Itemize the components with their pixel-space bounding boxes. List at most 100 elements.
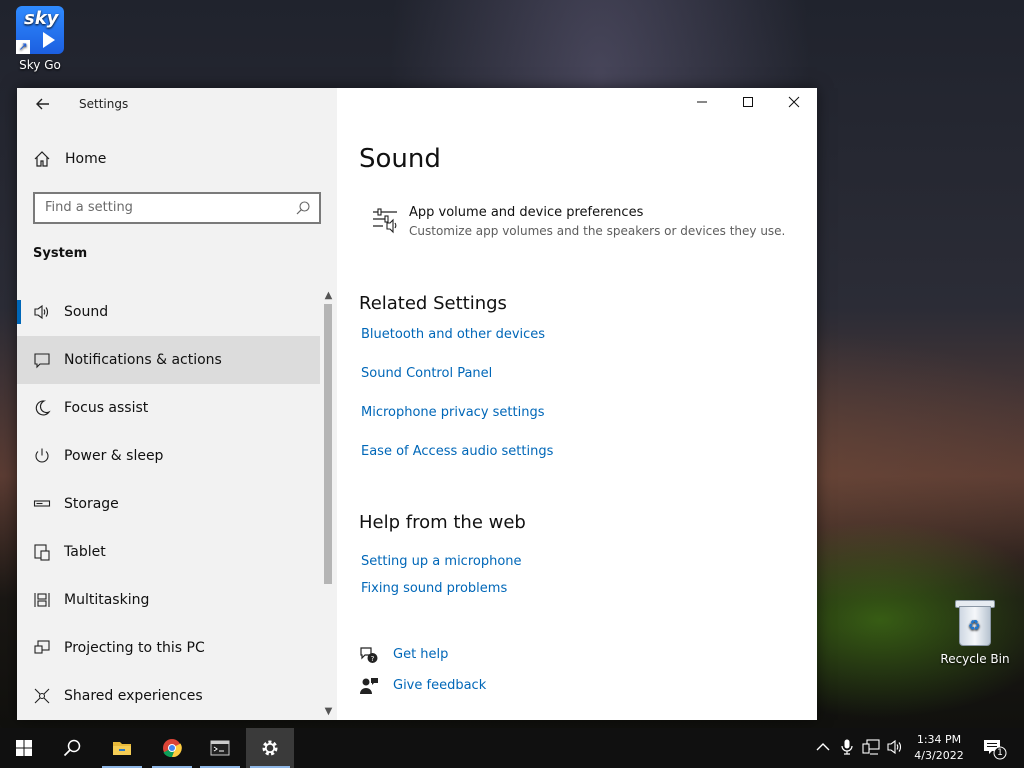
- windows-logo-icon: [16, 740, 32, 756]
- clock-date: 4/3/2022: [914, 749, 964, 762]
- volume-icon[interactable]: [886, 738, 904, 756]
- chat-help-icon: ?: [360, 647, 378, 663]
- sky-go-icon: sky ↗: [16, 6, 64, 54]
- sidebar-item-focus-assist[interactable]: Focus assist: [17, 384, 320, 432]
- pref-title: App volume and device preferences: [409, 205, 644, 220]
- title-bar[interactable]: Settings: [17, 88, 337, 120]
- sidebar-item-home[interactable]: Home: [17, 146, 337, 174]
- feedback-icon: [360, 678, 378, 694]
- link-bluetooth-devices[interactable]: Bluetooth and other devices: [361, 327, 545, 342]
- shortcut-arrow-icon: ↗: [16, 40, 30, 54]
- sliders-icon: [373, 208, 397, 234]
- taskbar-search-button[interactable]: [48, 728, 96, 768]
- sidebar-item-label: Multitasking: [64, 592, 150, 608]
- gear-icon: [262, 740, 278, 756]
- related-settings-heading: Related Settings: [359, 293, 507, 314]
- content-pane: Sound App volume and device preferences …: [337, 88, 817, 720]
- sidebar-item-label: Home: [65, 151, 107, 167]
- scroll-up-icon[interactable]: ▲: [320, 288, 337, 304]
- link-microphone-privacy[interactable]: Microphone privacy settings: [361, 405, 545, 420]
- notification-icon: [34, 353, 50, 369]
- start-button[interactable]: [0, 728, 48, 768]
- clock-time: 1:34 PM: [916, 733, 962, 746]
- recycle-bin-icon: ♻: [955, 600, 995, 646]
- sky-go-tile-text: sky: [24, 8, 59, 29]
- network-icon[interactable]: [862, 738, 880, 756]
- desktop-icon-recycle-bin[interactable]: ♻ Recycle Bin: [935, 600, 1015, 666]
- clock[interactable]: 1:34 PM 4/3/2022: [906, 732, 972, 764]
- sidebar-item-storage[interactable]: Storage: [17, 480, 320, 528]
- sidebar-item-label: Notifications & actions: [64, 352, 222, 368]
- search-input[interactable]: Find a setting: [33, 192, 321, 224]
- settings-window: Settings Home Find a setting System Soun…: [17, 88, 817, 720]
- maximize-button[interactable]: [725, 88, 771, 120]
- action-center-button[interactable]: 1: [980, 736, 1008, 760]
- link-sound-control-panel[interactable]: Sound Control Panel: [361, 366, 492, 381]
- give-feedback-label: Give feedback: [393, 678, 487, 693]
- get-help-label: Get help: [393, 647, 449, 662]
- search-icon: [296, 201, 310, 215]
- minimize-button[interactable]: [679, 88, 725, 120]
- scroll-thumb[interactable]: [324, 304, 332, 584]
- play-icon: [43, 32, 55, 48]
- search-icon: [63, 739, 81, 757]
- taskbar-chrome[interactable]: [148, 728, 196, 768]
- sidebar-item-tablet[interactable]: Tablet: [17, 528, 320, 576]
- sidebar-item-projecting[interactable]: Projecting to this PC: [17, 624, 320, 672]
- scroll-down-icon[interactable]: ▼: [320, 704, 337, 720]
- help-heading: Help from the web: [359, 512, 526, 533]
- app-volume-preferences-link[interactable]: App volume and device preferences Custom…: [359, 202, 799, 242]
- power-icon: [35, 448, 49, 463]
- sidebar: Settings Home Find a setting System Soun…: [17, 88, 337, 720]
- link-setting-up-microphone[interactable]: Setting up a microphone: [361, 554, 522, 569]
- app-title: Settings: [79, 97, 129, 111]
- sidebar-item-multitasking[interactable]: Multitasking: [17, 576, 320, 624]
- sidebar-item-notifications[interactable]: Notifications & actions: [17, 336, 320, 384]
- svg-text:?: ?: [371, 655, 375, 663]
- close-button[interactable]: [771, 88, 817, 120]
- sidebar-scrollbar[interactable]: ▲ ▼: [320, 288, 337, 720]
- desktop-icon-label: Recycle Bin: [940, 652, 1010, 666]
- shared-experiences-icon: [34, 688, 50, 704]
- selection-indicator: [17, 300, 21, 324]
- taskbar-settings[interactable]: [246, 728, 294, 768]
- terminal-icon: [210, 740, 230, 756]
- moon-icon: [35, 400, 51, 416]
- desktop-icon-sky-go[interactable]: sky ↗ Sky Go: [0, 6, 80, 72]
- projecting-icon: [34, 640, 50, 654]
- taskbar-file-explorer[interactable]: [98, 728, 146, 768]
- page-title: Sound: [359, 144, 441, 174]
- tablet-icon: [34, 544, 50, 561]
- sidebar-item-sound[interactable]: Sound: [17, 288, 320, 336]
- sidebar-item-shared-experiences[interactable]: Shared experiences: [17, 672, 320, 720]
- sidebar-item-label: Power & sleep: [64, 448, 164, 464]
- link-ease-of-access-audio[interactable]: Ease of Access audio settings: [361, 444, 553, 459]
- speaker-icon: [34, 304, 49, 320]
- sidebar-item-label: Storage: [64, 496, 119, 512]
- chrome-icon: [163, 739, 182, 758]
- taskbar-terminal[interactable]: [196, 728, 244, 768]
- close-icon: [788, 96, 800, 108]
- maximize-icon: [743, 97, 753, 107]
- notification-count-badge: 1: [997, 748, 1003, 758]
- sidebar-item-label: Projecting to this PC: [64, 640, 205, 656]
- microphone-icon[interactable]: [838, 738, 856, 756]
- folder-icon: [113, 742, 131, 755]
- sidebar-item-power-sleep[interactable]: Power & sleep: [17, 432, 320, 480]
- link-fixing-sound-problems[interactable]: Fixing sound problems: [361, 581, 507, 596]
- sidebar-item-label: Shared experiences: [64, 688, 203, 704]
- chevron-up-icon[interactable]: [814, 738, 832, 756]
- storage-icon: [33, 500, 51, 507]
- back-button[interactable]: [27, 92, 59, 116]
- section-heading: System: [33, 246, 88, 261]
- desktop-icon-label: Sky Go: [19, 58, 61, 72]
- taskbar: 1:34 PM 4/3/2022 1: [0, 728, 1024, 768]
- back-arrow-icon: [36, 98, 49, 110]
- sidebar-item-label: Tablet: [64, 544, 106, 560]
- sidebar-item-label: Focus assist: [64, 400, 149, 416]
- pref-description: Customize app volumes and the speakers o…: [409, 224, 786, 238]
- sidebar-nav: Sound Notifications & actions Focus assi…: [17, 288, 320, 720]
- home-icon: [34, 151, 50, 167]
- sidebar-item-label: Sound: [64, 304, 109, 320]
- minimize-icon: [697, 101, 707, 103]
